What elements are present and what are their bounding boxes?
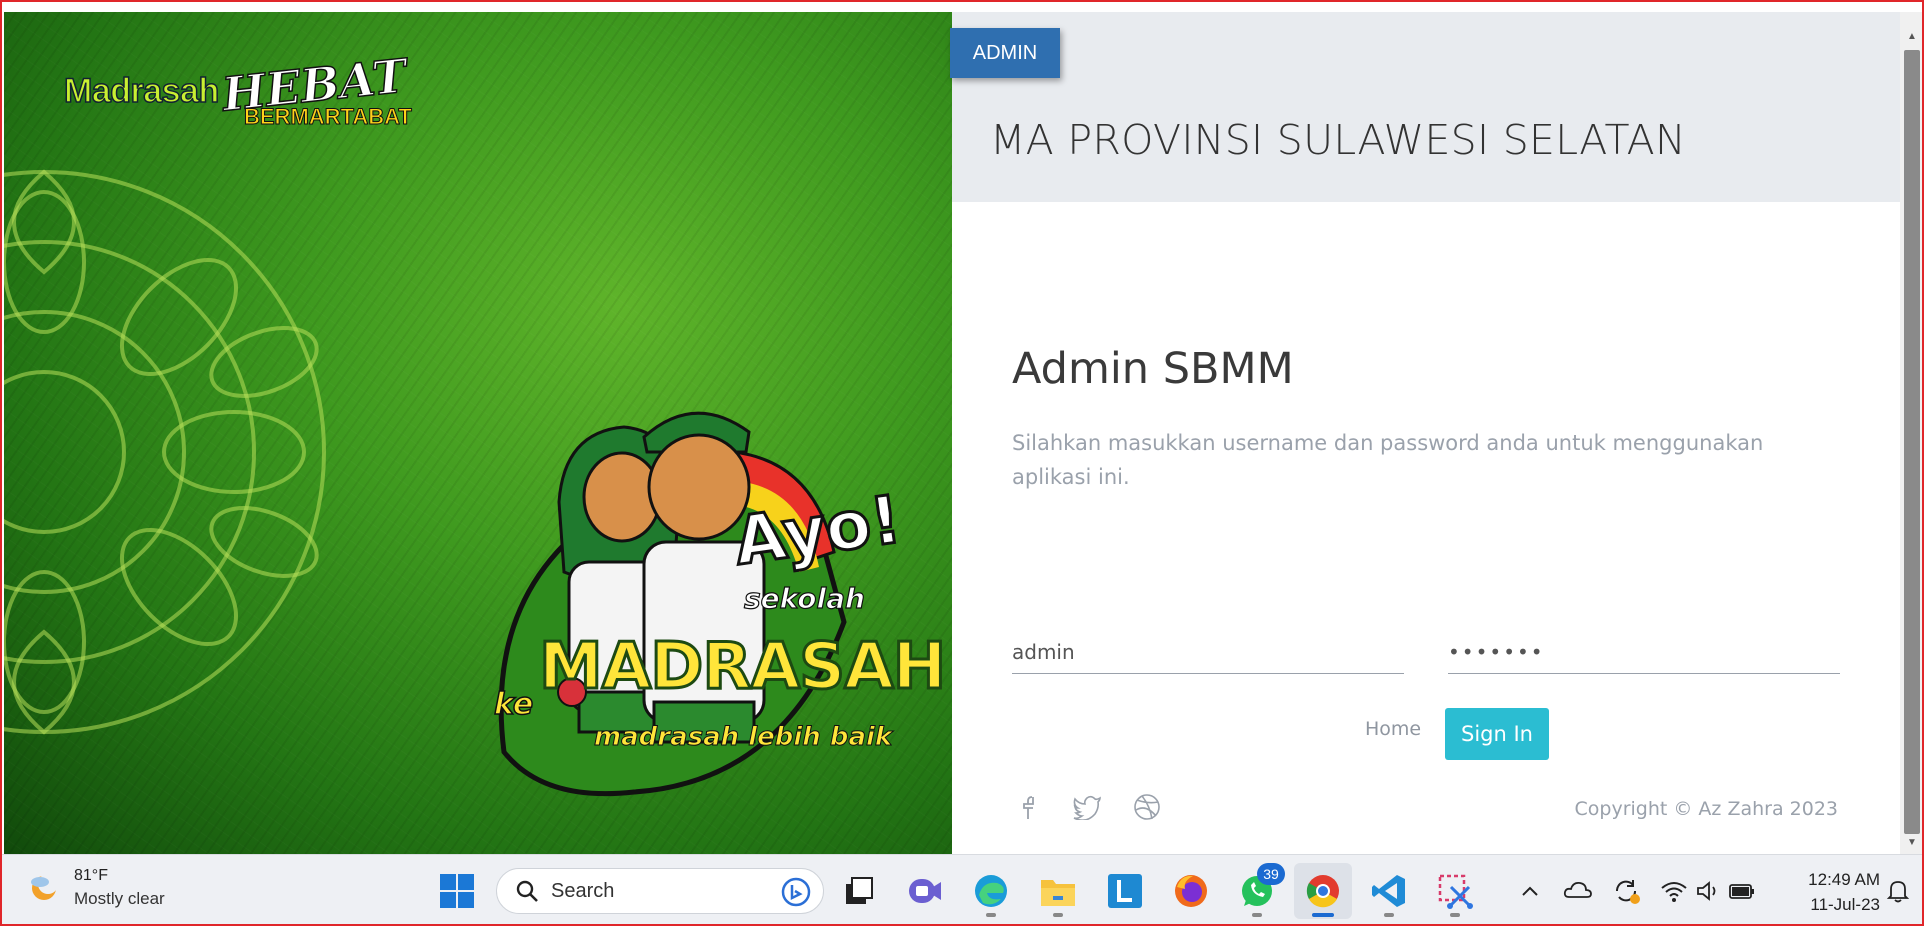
- notification-bell-icon[interactable]: [1882, 875, 1914, 907]
- file-explorer-icon[interactable]: [1038, 871, 1078, 917]
- teams-chat-icon[interactable]: [905, 871, 945, 911]
- mandala-ornament: [4, 169, 326, 735]
- clock-date: 11-Jul-23: [1810, 895, 1880, 914]
- taskbar-search-box[interactable]: Search: [496, 868, 824, 914]
- whatsapp-unread-badge: 39: [1257, 863, 1285, 885]
- browser-window: Madrasah HEBAT BERMARTABAT Ayo! sekolah …: [0, 0, 1924, 926]
- mascot-tagline-text: madrasah lebih baik: [593, 722, 893, 753]
- hero-banner: Madrasah HEBAT BERMARTABAT Ayo! sekolah …: [4, 12, 952, 854]
- vscode-icon[interactable]: [1369, 871, 1409, 917]
- mascot-madrasah-text: MADRASAH: [537, 629, 947, 706]
- username-input[interactable]: [1012, 618, 1404, 674]
- onedrive-sync-icon[interactable]: [1562, 875, 1594, 907]
- scroll-thumb[interactable]: [1904, 50, 1920, 834]
- page-scrollbar[interactable]: ▲ ▼: [1900, 12, 1922, 854]
- windows-start-icon[interactable]: [437, 871, 477, 911]
- moon-cloud-icon: [31, 874, 58, 900]
- mascot-ke-text: ke: [493, 686, 534, 723]
- login-panel: ADMIN MA PROVINSI SULAWESI SELATAN Admin…: [950, 12, 1900, 854]
- wifi-icon[interactable]: [1658, 875, 1690, 907]
- battery-icon[interactable]: [1726, 875, 1758, 907]
- brand-logo: Madrasah HEBAT BERMARTABAT: [63, 48, 412, 130]
- home-link[interactable]: Home: [1365, 718, 1421, 740]
- admin-tab[interactable]: ADMIN: [950, 28, 1060, 78]
- mascot-sekolah-text: sekolah: [743, 581, 865, 615]
- login-description: Silahkan masukkan username dan password …: [1012, 431, 1764, 489]
- sign-in-button[interactable]: Sign In: [1445, 708, 1549, 760]
- clock-time: 12:49 AM: [1808, 870, 1880, 889]
- weather-temp: 81°F: [74, 867, 108, 884]
- search-placeholder: Search: [551, 879, 615, 902]
- firefox-icon[interactable]: [1171, 871, 1211, 911]
- edge-browser-icon[interactable]: [971, 871, 1011, 917]
- scroll-up-arrow-icon[interactable]: ▲: [1900, 26, 1922, 46]
- bing-icon[interactable]: [781, 877, 811, 907]
- twitter-icon[interactable]: [1070, 790, 1104, 824]
- brand-word-bermartabat: BERMARTABAT: [244, 104, 413, 130]
- facebook-icon[interactable]: [1012, 790, 1046, 824]
- whatsapp-icon[interactable]: 39: [1237, 863, 1285, 917]
- task-view-icon[interactable]: [838, 871, 878, 911]
- brand-word-madrasah: Madrasah: [63, 71, 220, 111]
- system-clock[interactable]: 12:49 AM 11-Jul-23: [1778, 867, 1880, 917]
- chevron-up-icon[interactable]: [1514, 875, 1546, 907]
- search-icon: [516, 880, 538, 902]
- snipping-tool-icon[interactable]: [1435, 871, 1475, 917]
- mascot-illustration: Ayo! sekolah MADRASAH ke madrasah lebih …: [484, 392, 948, 812]
- weather-condition: Mostly clear: [74, 889, 165, 908]
- l-app-icon[interactable]: [1105, 871, 1145, 911]
- windows-taskbar: 81°F Mostly clear Search 39 12:49 AM 11-…: [2, 854, 1922, 924]
- header-band: ADMIN MA PROVINSI SULAWESI SELATAN: [950, 12, 1900, 202]
- scroll-down-arrow-icon[interactable]: ▼: [1900, 832, 1922, 852]
- site-title: MA PROVINSI SULAWESI SELATAN: [990, 116, 1686, 164]
- dribbble-icon[interactable]: [1130, 790, 1164, 824]
- password-input[interactable]: [1448, 618, 1840, 674]
- copyright-text: Copyright © Az Zahra 2023: [1574, 798, 1838, 820]
- login-title: Admin SBMM: [1012, 344, 1294, 394]
- weather-widget[interactable]: 81°F Mostly clear: [28, 867, 165, 909]
- chrome-icon[interactable]: [1303, 871, 1343, 917]
- sync-warning-icon[interactable]: [1610, 875, 1642, 907]
- volume-icon[interactable]: [1692, 875, 1724, 907]
